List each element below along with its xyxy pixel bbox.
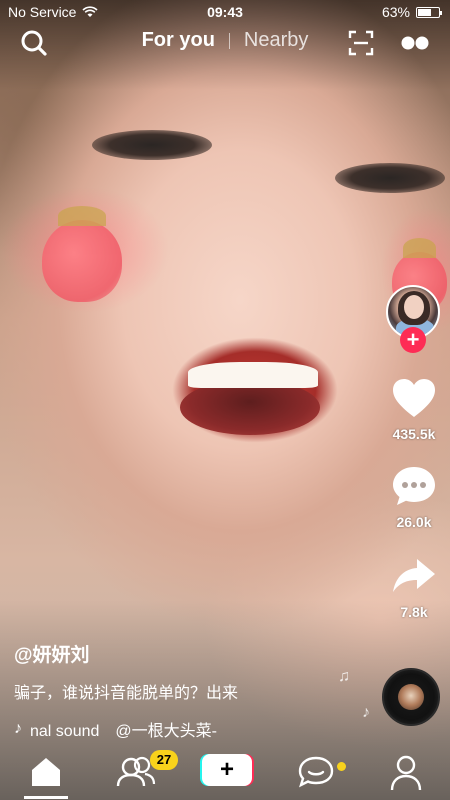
share-icon[interactable]: [391, 555, 437, 597]
video-sticker-left: [42, 206, 122, 302]
battery-fill: [418, 8, 431, 16]
top-nav: For you Nearby: [0, 26, 450, 60]
more-icon[interactable]: [400, 32, 430, 54]
profile-icon[interactable]: [384, 750, 428, 794]
tab-for-you[interactable]: For you: [142, 29, 215, 52]
music-disc[interactable]: [382, 668, 440, 726]
feed-tabs: For you Nearby: [0, 29, 450, 52]
music-ticker[interactable]: ♪ nal sound @一根大头菜-: [14, 717, 354, 741]
battery-percent: 63%: [381, 4, 410, 20]
heart-icon[interactable]: [391, 377, 437, 419]
friends-badge: 27: [150, 750, 178, 770]
status-bar: No Service 09:43 63%: [0, 0, 450, 24]
home-underline: [24, 796, 68, 799]
video-mouth: [180, 380, 320, 435]
creator-username[interactable]: @妍妍刘: [14, 640, 354, 667]
like-action[interactable]: 435.5k: [382, 377, 446, 442]
music-disc-cover: [398, 684, 424, 710]
video-caption: @妍妍刘 骗子，谁说抖音能脱单的？出来 ♪ nal sound @一根大头菜-: [14, 640, 354, 741]
comment-action[interactable]: 26.0k: [382, 465, 446, 530]
create-button[interactable]: +: [200, 754, 254, 786]
music-note-icon: ♪: [14, 720, 22, 737]
inbox-dot: [337, 762, 346, 771]
battery-icon: [416, 6, 442, 18]
comment-icon[interactable]: [391, 465, 437, 507]
like-count: 435.5k: [392, 426, 436, 442]
tab-divider: [228, 32, 230, 49]
video-eye-right: [335, 163, 445, 193]
bottom-nav: 27 +: [0, 742, 450, 800]
avatar-head: [404, 295, 424, 319]
create-plus-icon: +: [202, 754, 252, 786]
status-right: 63%: [381, 4, 442, 20]
tab-nearby[interactable]: Nearby: [244, 29, 308, 52]
floating-note-icon: ♫: [338, 668, 350, 685]
comment-count: 26.0k: [396, 514, 432, 530]
floating-note-icon: ♪: [362, 704, 370, 721]
music-title: nal sound @一根大头菜-: [30, 723, 217, 740]
scan-icon[interactable]: [348, 30, 374, 56]
video-teeth: [188, 362, 318, 388]
home-icon[interactable]: [24, 750, 68, 794]
share-count: 7.8k: [400, 604, 428, 620]
share-action[interactable]: 7.8k: [382, 555, 446, 620]
inbox-icon[interactable]: [294, 750, 338, 794]
follow-button[interactable]: +: [400, 327, 426, 353]
caption-text: 骗子，谁说抖音能脱单的？出来: [14, 685, 239, 702]
video-eye-left: [92, 130, 212, 160]
